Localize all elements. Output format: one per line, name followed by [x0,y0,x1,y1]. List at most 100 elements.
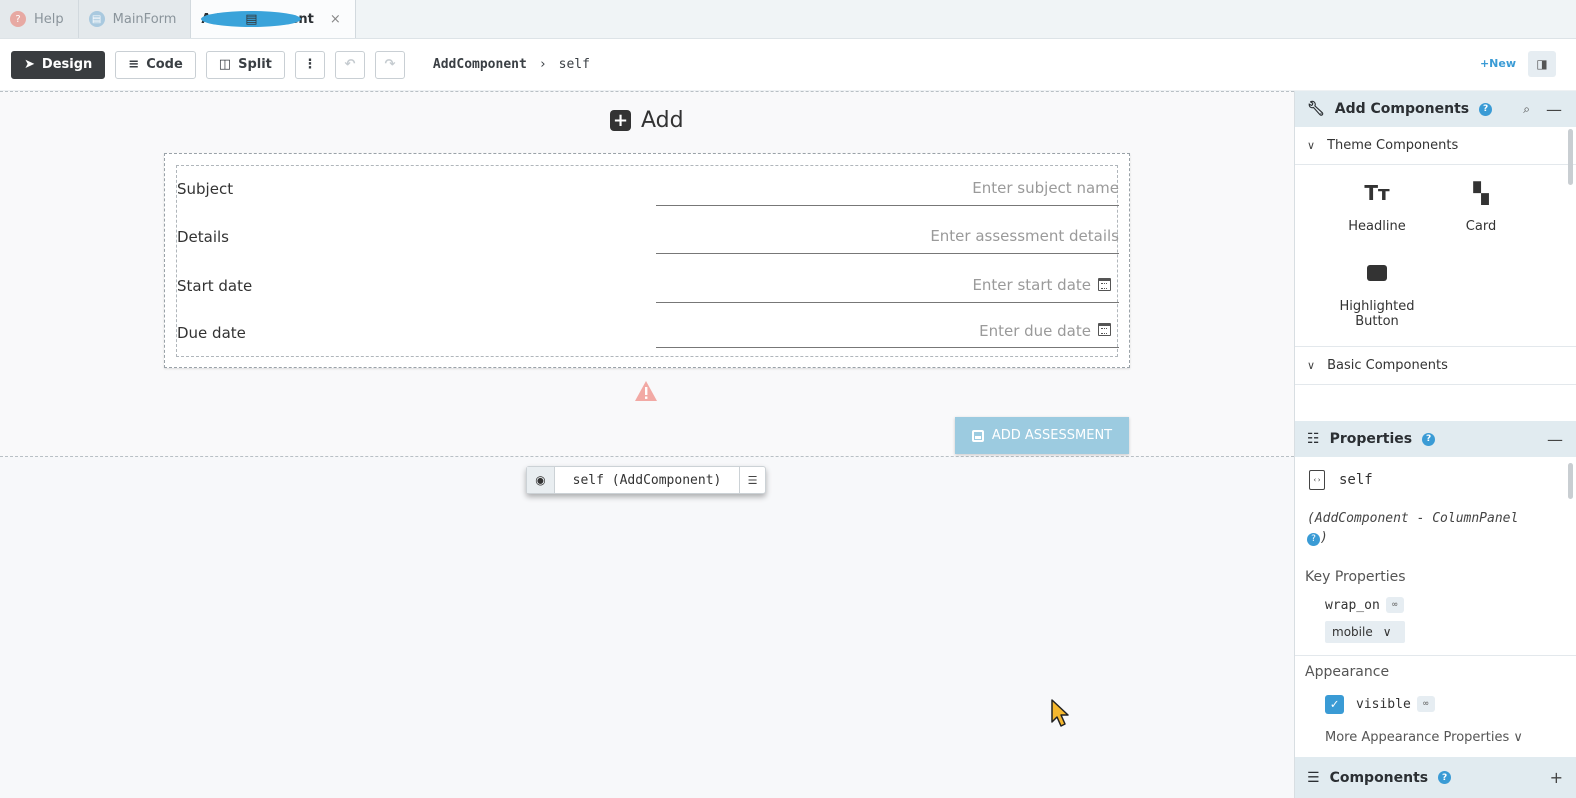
subject-input[interactable]: Enter subject name [656,166,1119,206]
expand-icon[interactable]: + [1550,768,1563,787]
start-date-input[interactable]: Enter start date [656,263,1119,303]
help-icon: ? [10,11,26,27]
calendar-icon[interactable] [1098,278,1111,291]
editor-tab-bar: ? Help ▤ MainForm ▤ AddComponent × [0,0,1576,39]
undo-button[interactable]: ↶ [334,50,365,79]
card-component[interactable]: ▚ Card [1431,181,1531,234]
properties-panel: ☷ Properties ? — ‹› self (AddComponent -… [1295,421,1576,745]
split-icon: ◫ [218,57,232,72]
more-options-button[interactable]: ⋮ [294,50,325,79]
code-label: Code [146,57,183,72]
help-circle-icon[interactable]: ? [1422,432,1436,446]
components-header[interactable]: ☰ Components ? + [1295,757,1576,798]
design-canvas[interactable]: + Add Subject Enter subject name Details… [0,91,1294,798]
more-appearance-label: More Appearance Properties [1325,730,1510,745]
properties-scrollbar[interactable] [1568,463,1573,499]
tab-mainform[interactable]: ▤ MainForm [78,0,192,38]
chevron-down-icon: ∨ [1307,359,1316,372]
visible-checkbox[interactable]: ✓ [1325,694,1344,714]
start-date-placeholder: Enter start date [972,276,1091,294]
warning-icon[interactable] [634,380,658,402]
self-type: (AddComponent - ColumnPanel ?) [1295,503,1576,559]
add-assessment-button[interactable]: ADD ASSESSMENT [955,417,1129,454]
self-type-end: ) [1320,530,1328,545]
tree-icon: ☰ [1307,769,1320,786]
link-icon[interactable]: ∞ [1385,597,1404,613]
redo-icon: ↷ [384,57,396,72]
link-icon[interactable]: ∞ [1416,696,1435,712]
eye-icon[interactable]: ◉ [527,467,555,493]
code-file-icon: ‹› [1309,470,1325,490]
form-column-panel[interactable]: Subject Enter subject name Details Enter… [176,165,1119,357]
basic-components-section[interactable]: ∨ Basic Components [1295,347,1576,385]
details-input[interactable]: Enter assessment details [656,214,1119,254]
design-toolbar: ➤ Design ≡ Code ◫ Split ⋮ ↶ ↷ AddCompone… [0,39,1576,91]
collapse-icon[interactable]: — [1546,100,1562,119]
undo-icon: ↶ [344,57,356,72]
highlighted-button-label: Highlighted Button [1339,299,1415,329]
close-tab-button[interactable]: × [330,12,341,27]
panel-toggle-button[interactable]: ◨ [1528,51,1556,77]
wrap-on-label: wrap_on [1325,597,1380,613]
visible-label: visible [1356,696,1411,712]
properties-header[interactable]: ☷ Properties ? — [1295,421,1576,457]
help-circle-icon[interactable]: ? [1307,533,1320,546]
mouse-cursor-icon [1051,699,1069,727]
wrap-on-select[interactable]: mobile ∨ [1325,621,1405,643]
add-components-title: Add Components [1334,101,1470,117]
row-subject: Subject Enter subject name [177,166,1119,214]
form-card[interactable]: Subject Enter subject name Details Enter… [164,153,1130,368]
components-title: Components [1329,769,1429,786]
calendar-icon[interactable] [1098,323,1111,336]
form-heading[interactable]: + Add [610,108,684,133]
add-components-header[interactable]: 🔧︎ Add Components ? ⌕ — [1295,91,1576,127]
design-button[interactable]: ➤ Design [11,50,106,79]
subject-label: Subject [177,180,234,198]
wrap-on-property: wrap_on ∞ [1295,591,1576,619]
new-button[interactable]: +New [1480,57,1516,70]
headline-component[interactable]: Tт Headline [1327,181,1427,234]
theme-components-section[interactable]: ∨ Theme Components [1295,127,1576,165]
more-appearance-button[interactable]: More Appearance Properties ∨ [1295,730,1576,745]
code-button[interactable]: ≡ Code [115,50,196,79]
text-size-icon: Tт [1364,181,1390,205]
form-title: Add [641,108,684,133]
sliders-icon[interactable]: ☰ [739,467,765,493]
card-icon: ▚ [1473,181,1489,205]
wrench-icon: 🔧︎ [1307,101,1325,117]
components-panel: ☰ Components ? + [1295,757,1576,798]
self-row: ‹› self [1295,457,1576,503]
selected-component-label: self (AddComponent) [572,472,722,488]
search-icon[interactable]: ⌕ [1523,102,1530,117]
components-scrollbar[interactable] [1568,129,1573,185]
headline-label: Headline [1348,219,1406,234]
breadcrumb-self[interactable]: self [559,57,590,72]
split-button[interactable]: ◫ Split [205,50,285,79]
form-area[interactable]: + Add Subject Enter subject name Details… [0,91,1294,457]
help-circle-icon[interactable]: ? [1479,102,1493,116]
chevron-down-icon: ∨ [1382,625,1392,639]
due-date-input[interactable]: Enter due date [656,310,1119,348]
collapse-icon[interactable]: — [1547,430,1563,449]
send-icon: ➤ [24,57,35,72]
theme-components-label: Theme Components [1327,138,1459,153]
row-start-date: Start date Enter start date [177,263,1119,311]
selected-component-pill[interactable]: ◉ self (AddComponent) ☰ [526,466,766,494]
card-label: Card [1465,219,1497,234]
tab-addcomponent[interactable]: ▤ AddComponent × [191,0,356,38]
kebab-icon: ⋮ [303,57,317,72]
appearance-label: Appearance [1305,664,1390,680]
help-circle-icon[interactable]: ? [1438,771,1452,784]
breadcrumb-form[interactable]: AddComponent [433,57,527,72]
sliders-icon: ☷ [1307,431,1320,447]
tab-help[interactable]: ? Help [0,0,79,38]
add-assessment-label: ADD ASSESSMENT [991,428,1113,443]
chevron-down-icon: ∨ [1307,139,1316,152]
visible-property: ✓ visible ∞ [1295,688,1576,720]
chevron-right-icon: › [538,57,547,72]
button-click-icon [1327,261,1427,289]
component-icon: ▤ [201,11,302,27]
highlighted-button-component[interactable]: Highlighted Button [1327,261,1427,329]
wrap-on-value: mobile [1332,625,1373,639]
redo-button[interactable]: ↷ [374,50,405,79]
